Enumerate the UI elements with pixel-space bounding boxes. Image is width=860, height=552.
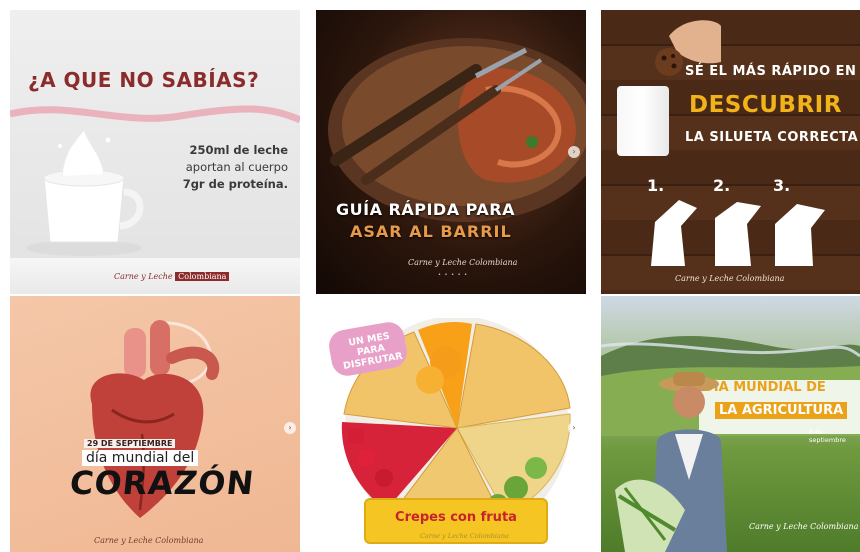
brand-watermark: Carne y Leche Colombiana [114, 272, 230, 281]
challenge-line-3: LA SILUETA CORRECTA [685, 130, 859, 145]
milk-cup-image [26, 130, 144, 256]
silhouette-option-2[interactable] [707, 192, 767, 266]
post-crepes[interactable]: UN MES PARA DISFRUTAR Crepes con fruta C… [316, 296, 586, 552]
farmer-image [615, 372, 727, 552]
milk-fact-text: 250ml de leche aportan al cuerpo 7gr de … [168, 142, 288, 193]
silhouette-option-1[interactable] [645, 192, 705, 266]
brand-watermark: Carne y Leche Colombiana [749, 522, 859, 531]
post-title: ¿A QUE NO SABÍAS? [28, 68, 260, 92]
milk-glass-image [617, 86, 669, 156]
event-date: 29 DE SEPTIEMBRE [84, 439, 176, 448]
challenge-line-2: DESCUBRIR [689, 92, 842, 118]
post-milk-fact[interactable]: ¿A QUE NO SABÍAS? 250ml de leche aportan… [10, 10, 300, 294]
silhouette-option-3[interactable] [769, 192, 829, 266]
headline-line-1: GUÍA RÁPIDA PARA [336, 200, 515, 219]
post-agriculture-day[interactable]: DÍA MUNDIAL DE LA AGRICULTURA 8 de septi… [601, 296, 860, 552]
fact-line-2: aportan al cuerpo [185, 160, 288, 174]
event-date: 8 de septiembre [809, 428, 846, 444]
carousel-dots: • • • • • [438, 272, 469, 278]
post-grid: ¿A QUE NO SABÍAS? 250ml de leche aportan… [0, 0, 860, 552]
headline-line-2: ASAR AL BARRIL [350, 222, 512, 241]
challenge-line-1: SÉ EL MÁS RÁPIDO EN [685, 64, 857, 79]
event-title: CORAZÓN [68, 464, 257, 502]
brand-watermark: Carne y Leche Colombiana [408, 258, 518, 267]
post-silhouette-game[interactable]: SÉ EL MÁS RÁPIDO EN DESCUBRIR LA SILUETA… [601, 10, 860, 294]
fact-line-1: 250ml de leche [189, 143, 288, 157]
post-barrel-guide[interactable]: GUÍA RÁPIDA PARA ASAR AL BARRIL Carne y … [316, 10, 586, 294]
fact-line-3: 7gr de proteína. [182, 177, 288, 191]
brand-watermark: Carne y Leche Colombiana [675, 274, 785, 283]
carousel-next-button[interactable]: › [568, 422, 580, 434]
crepes-label-text: Crepes con fruta [395, 510, 517, 525]
brand-watermark: Carne y Leche Colombiana [94, 536, 204, 545]
brand-highlight: Colombiana [175, 272, 230, 281]
brand-text: Carne y Leche [114, 272, 173, 281]
post-heart-day[interactable]: 29 DE SEPTIEMBRE día mundial del CORAZÓN… [10, 296, 300, 552]
brand-watermark: Carne y Leche Colombiana [420, 532, 509, 540]
carousel-next-button[interactable]: › [568, 146, 580, 158]
carousel-next-button[interactable]: › [284, 422, 296, 434]
